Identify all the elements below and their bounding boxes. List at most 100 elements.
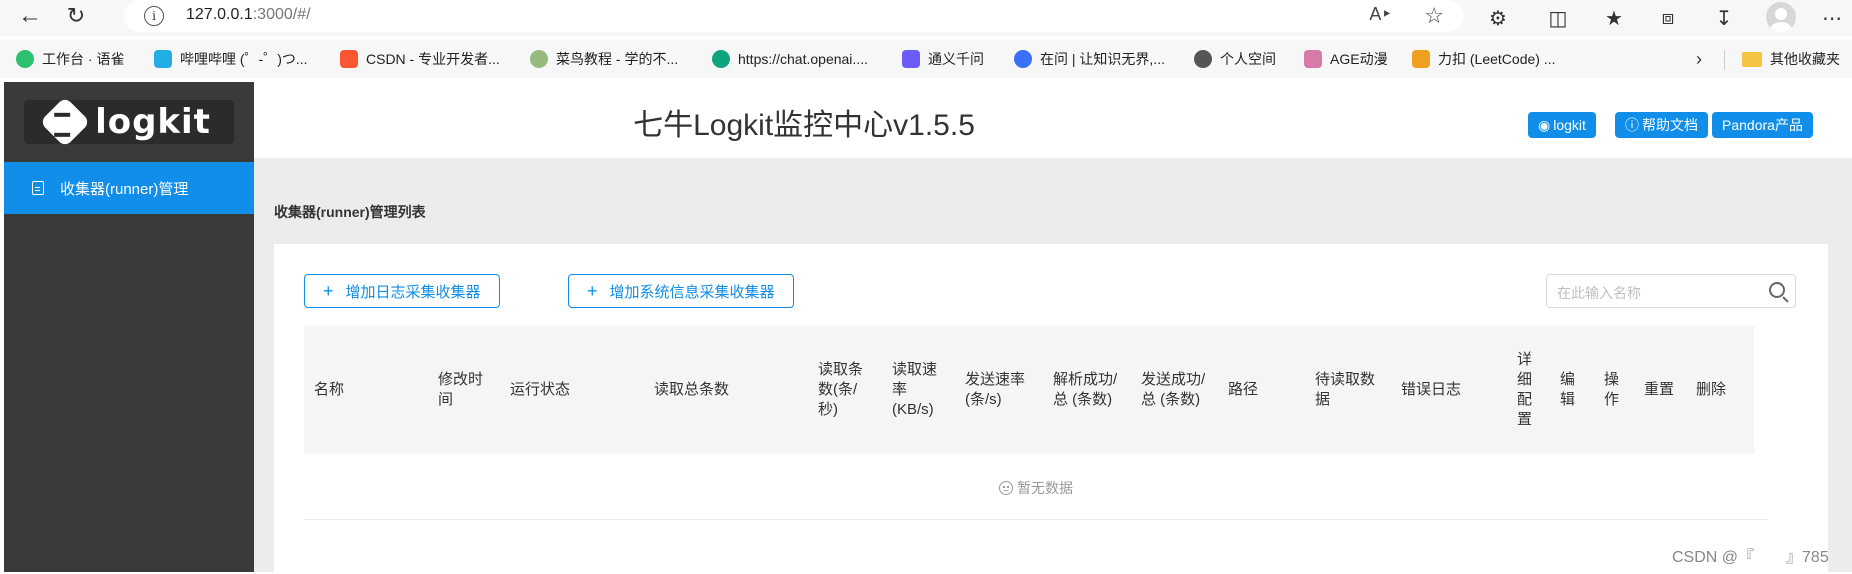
- column-header-send-rate[interactable]: 发送速率(条/s): [965, 326, 1029, 454]
- search-placeholder: 在此输入名称: [1557, 285, 1641, 301]
- sidebar: logkit 收集器(runner)管理: [4, 82, 254, 572]
- sidebar-item-label: 收集器(runner)管理: [60, 180, 189, 198]
- main-content: 收集器(runner)管理列表 + 增加日志采集收集器 + 增加系统信息采集收集…: [254, 158, 1852, 574]
- bookmark-item[interactable]: 菜鸟教程 - 学的不...: [530, 48, 678, 70]
- downloads-icon[interactable]: ↧: [1710, 4, 1738, 32]
- plus-icon: +: [587, 280, 598, 301]
- bookmark-item[interactable]: 个人空间: [1194, 48, 1276, 70]
- bookmark-item[interactable]: 工作台 · 语雀: [16, 48, 124, 70]
- chevron-right-icon[interactable]: ›: [1696, 49, 1702, 70]
- bookmark-favicon-icon: [1304, 50, 1322, 68]
- bookmarks-divider: [1724, 50, 1725, 70]
- other-bookmarks-folder[interactable]: 其他收藏夹: [1742, 48, 1840, 70]
- bookmark-label: 哔哩哔哩 (゜-゜)つ...: [180, 51, 308, 67]
- folder-icon: [1742, 51, 1762, 67]
- column-header-status[interactable]: 运行状态: [510, 326, 610, 454]
- bookmark-item[interactable]: 在问 | 让知识无界,...: [1014, 48, 1165, 70]
- url-text[interactable]: 127.0.0.1:3000/#/: [186, 6, 311, 24]
- empty-text: 暂无数据: [1017, 479, 1073, 496]
- help-button-label: 帮助文档: [1642, 117, 1698, 133]
- bookmark-favicon-icon: [530, 50, 548, 68]
- column-header-edit[interactable]: 编辑: [1560, 326, 1578, 454]
- column-header-name[interactable]: 名称: [314, 326, 424, 454]
- plus-icon: +: [323, 280, 334, 301]
- pandora-product-button[interactable]: Pandora产品: [1712, 112, 1813, 138]
- github-icon: ◉: [1538, 116, 1551, 133]
- bookmark-label: 菜鸟教程 - 学的不...: [556, 51, 679, 67]
- collections-icon[interactable]: ⧈: [1654, 4, 1682, 32]
- csdn-watermark: CSDN @『 』785: [1672, 549, 1829, 566]
- bookmark-favicon-icon: [1014, 50, 1032, 68]
- column-header-read-rate[interactable]: 读取条数(条/秒): [818, 326, 870, 454]
- bookmark-favicon-icon: [340, 50, 358, 68]
- page-header: 七牛Logkit监控中心v1.5.5 ◉ logkit ⓘ 帮助文档 Pando…: [254, 82, 1852, 158]
- add-system-collector-button[interactable]: + 增加系统信息采集收集器: [568, 274, 794, 308]
- runner-list-panel: + 增加日志采集收集器 + 增加系统信息采集收集器 在此输入名称 名称 修改时间…: [274, 244, 1828, 574]
- column-header-modified[interactable]: 修改时间: [438, 326, 486, 454]
- other-bookmarks-label: 其他收藏夹: [1770, 51, 1840, 67]
- bookmark-item[interactable]: CSDN - 专业开发者...: [340, 48, 500, 70]
- frown-icon: [999, 480, 1013, 495]
- search-icon[interactable]: [1769, 282, 1785, 298]
- logo-text: logkit: [95, 102, 211, 142]
- question-circle-icon: ⓘ: [1625, 117, 1639, 133]
- column-header-read-total[interactable]: 读取总条数: [654, 326, 754, 454]
- bookmark-item[interactable]: 哔哩哔哩 (゜-゜)つ...: [154, 48, 308, 70]
- sidebar-item-runner-management[interactable]: 收集器(runner)管理: [4, 162, 254, 214]
- more-menu-icon[interactable]: ⋯: [1818, 4, 1846, 32]
- bookmark-label: 力扣 (LeetCode) ...: [1438, 51, 1556, 67]
- logkit-logo-icon: [39, 96, 91, 148]
- extensions-icon[interactable]: ⚙: [1484, 4, 1512, 32]
- bookmark-label: AGE动漫: [1330, 51, 1388, 67]
- search-input[interactable]: 在此输入名称: [1546, 274, 1796, 308]
- column-header-operate[interactable]: 操作: [1604, 326, 1622, 454]
- column-header-reset[interactable]: 重置: [1644, 326, 1684, 454]
- bookmark-favicon-icon: [154, 50, 172, 68]
- add-log-collector-button[interactable]: + 增加日志采集收集器: [304, 274, 500, 308]
- browser-toolbar: ← ↻ i 127.0.0.1:3000/#/ A‣ ☆ ⚙ ◫ ★ ⧈ ↧ ⋯: [0, 0, 1852, 36]
- logkit-app: logkit 收集器(runner)管理 七牛Logkit监控中心v1.5.5 …: [4, 82, 1852, 574]
- column-header-parse-success[interactable]: 解析成功/总 (条数): [1053, 326, 1121, 454]
- bookmark-favicon-icon: [712, 50, 730, 68]
- logo[interactable]: logkit: [24, 96, 234, 148]
- add-log-collector-label: 增加日志采集收集器: [345, 283, 481, 301]
- bookmark-label: CSDN - 专业开发者...: [366, 51, 500, 67]
- column-header-pending[interactable]: 待读取数据: [1315, 326, 1381, 454]
- bookmark-label: 在问 | 让知识无界,...: [1040, 51, 1165, 67]
- help-docs-button[interactable]: ⓘ 帮助文档: [1615, 112, 1708, 138]
- favorite-star-icon[interactable]: ☆: [1424, 3, 1444, 29]
- column-header-error-log[interactable]: 错误日志: [1401, 326, 1481, 454]
- empty-state: 暂无数据: [304, 456, 1768, 520]
- split-screen-icon[interactable]: ◫: [1544, 4, 1572, 32]
- refresh-icon[interactable]: ↻: [60, 0, 92, 32]
- section-title: 收集器(runner)管理列表: [274, 204, 426, 220]
- column-header-delete[interactable]: 删除: [1696, 326, 1736, 454]
- back-icon[interactable]: ←: [14, 0, 46, 32]
- profile-avatar[interactable]: [1766, 2, 1796, 32]
- read-aloud-icon[interactable]: A‣: [1369, 4, 1392, 25]
- add-system-collector-label: 增加系统信息采集收集器: [609, 283, 775, 301]
- bookmark-item[interactable]: 通义千问: [902, 48, 984, 70]
- bookmark-label: https://chat.openai....: [738, 51, 868, 67]
- bookmark-label: 个人空间: [1220, 51, 1276, 67]
- column-header-path[interactable]: 路径: [1228, 326, 1288, 454]
- column-header-detail-config[interactable]: 详细配置: [1517, 326, 1535, 454]
- bookmark-favicon-icon: [1194, 50, 1212, 68]
- bookmarks-bar: 工作台 · 语雀 哔哩哔哩 (゜-゜)つ... CSDN - 专业开发者... …: [0, 40, 1852, 78]
- pandora-button-label: Pandora产品: [1722, 117, 1803, 133]
- site-info-icon[interactable]: i: [144, 6, 164, 26]
- bookmark-favicon-icon: [1412, 50, 1430, 68]
- column-header-read-speed[interactable]: 读取速率(KB/s): [892, 326, 942, 454]
- github-logkit-button[interactable]: ◉ logkit: [1528, 112, 1596, 138]
- column-header-send-success[interactable]: 发送成功/总 (条数): [1141, 326, 1209, 454]
- table-header: 名称 修改时间 运行状态 读取总条数 读取条数(条/秒) 读取速率(KB/s) …: [304, 326, 1754, 454]
- address-bar[interactable]: i 127.0.0.1:3000/#/ A‣ ☆: [124, 0, 1464, 32]
- document-icon: [32, 181, 44, 195]
- bookmark-favicon-icon: [902, 50, 920, 68]
- bookmark-item[interactable]: 力扣 (LeetCode) ...: [1412, 48, 1556, 70]
- favorites-icon[interactable]: ★: [1600, 4, 1628, 32]
- bookmark-item[interactable]: AGE动漫: [1304, 48, 1388, 70]
- bookmark-item[interactable]: https://chat.openai....: [712, 48, 868, 70]
- bookmark-label: 通义千问: [928, 51, 984, 67]
- page-title: 七牛Logkit监控中心v1.5.5: [633, 109, 975, 142]
